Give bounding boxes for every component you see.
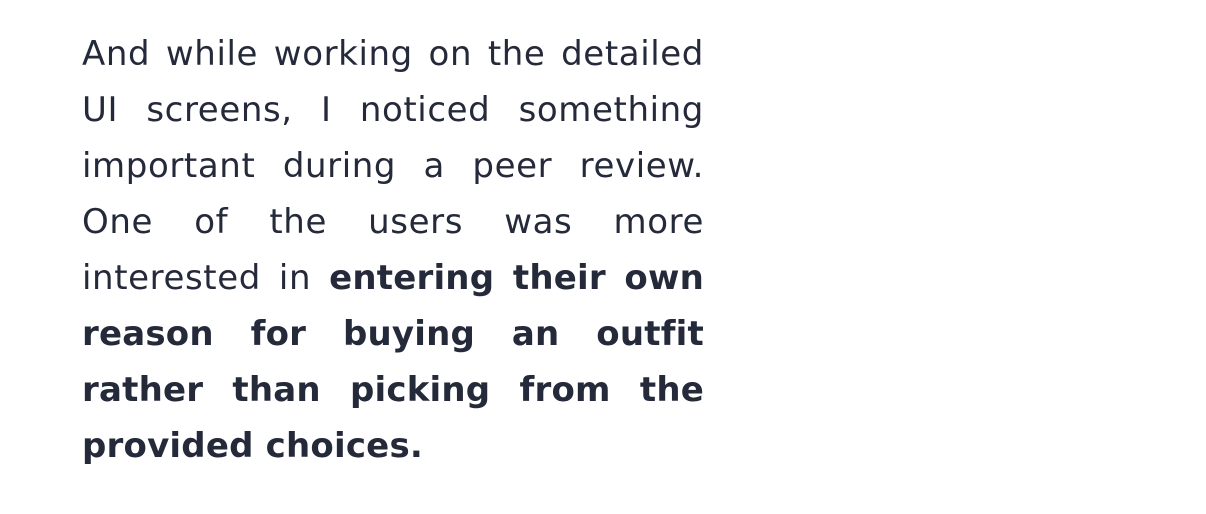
- page: And while working on the detailed UI scr…: [0, 0, 1206, 514]
- body-paragraph: And while working on the detailed UI scr…: [82, 26, 704, 474]
